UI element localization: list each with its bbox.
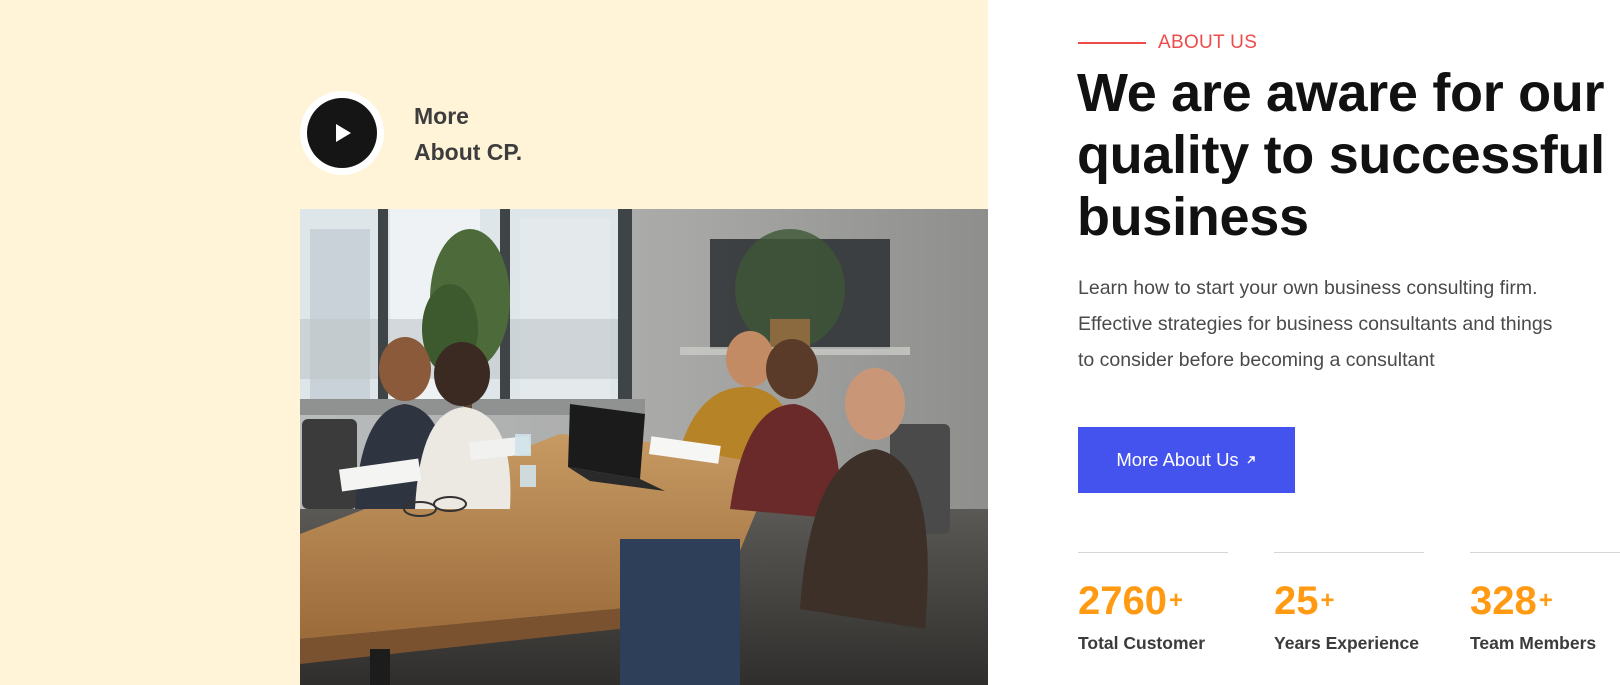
description-line1: Learn how to start your own business con… xyxy=(1078,277,1538,299)
stat-label: Years Experience xyxy=(1274,633,1419,653)
more-about-us-label: More About Us xyxy=(1116,449,1239,470)
about-us-label: ABOUT US xyxy=(1158,32,1258,53)
headline-line1: We are aware for our xyxy=(1077,63,1605,123)
stat-value: 25+ xyxy=(1274,579,1335,623)
stat-value: 328+ xyxy=(1470,579,1553,623)
play-icon xyxy=(336,124,351,142)
about-description: Learn how to start your own business con… xyxy=(1078,270,1618,378)
about-headline: We are aware for our quality to successf… xyxy=(1077,62,1617,248)
more-about-us-button[interactable]: More About Us xyxy=(1078,427,1295,493)
description-line3: to consider before becoming a consultant xyxy=(1078,349,1435,371)
about-us-tag: ABOUT US xyxy=(1078,32,1257,54)
stat-team-members: 328+ Team Members xyxy=(1470,552,1620,654)
stat-divider xyxy=(1078,552,1228,553)
video-label: More About CP. xyxy=(414,98,522,170)
play-video-button[interactable] xyxy=(300,91,384,175)
stat-divider xyxy=(1470,552,1620,553)
stat-total-customer: 2760+ Total Customer xyxy=(1078,552,1228,654)
team-meeting-photo xyxy=(300,209,988,685)
stat-years-experience: 25+ Years Experience xyxy=(1274,552,1424,654)
stat-label: Team Members xyxy=(1470,633,1597,653)
headline-line2: quality to successful xyxy=(1077,125,1605,185)
stat-value: 2760+ xyxy=(1078,579,1183,623)
video-label-line1: More xyxy=(414,103,469,129)
tag-line-decoration xyxy=(1078,42,1146,44)
arrow-up-right-icon xyxy=(1247,456,1255,464)
video-label-line2: About CP. xyxy=(414,139,523,165)
play-button-circle xyxy=(307,98,377,168)
stat-divider xyxy=(1274,552,1424,553)
description-line2: Effective strategies for business consul… xyxy=(1078,313,1553,335)
stat-label: Total Customer xyxy=(1078,633,1206,653)
headline-line3: business xyxy=(1077,187,1309,247)
